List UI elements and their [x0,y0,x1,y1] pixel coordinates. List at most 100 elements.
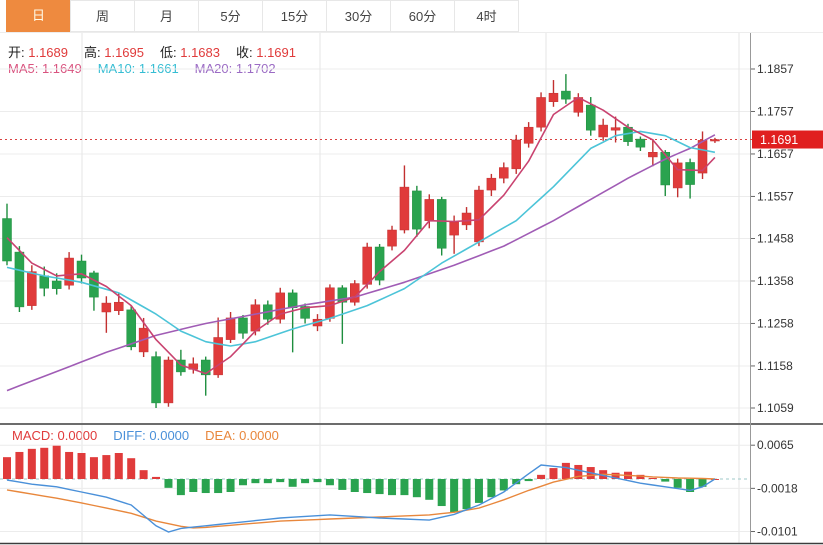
candle-body [363,247,372,284]
price-tick-label: 1.1757 [757,104,794,118]
macd-tick-label: -0.0018 [757,481,798,495]
macd-histogram-bar [649,478,657,479]
candle-body [152,357,161,403]
macd-histogram-bar [276,479,284,482]
macd-histogram-bar [400,479,408,495]
macd-histogram-bar [53,446,61,479]
macd-histogram-bar [164,479,172,488]
dea-line [7,474,715,528]
candlestick-chart[interactable]: 1.1857 1.1757 1.1657 1.1557 1.1458 1.1358 1.12… [0,0,823,545]
price-tick-label: 1.1458 [757,232,794,246]
candle-body [400,187,409,230]
candle-body [437,199,446,248]
macd-tick-label: -0.0101 [757,525,798,539]
macd-histogram-bar [376,479,384,494]
macd-histogram-bar [388,479,396,495]
candle-body [549,93,558,101]
candle-body [425,199,434,220]
macd-histogram-bar [314,479,322,482]
candle-body [586,105,595,130]
macd-histogram-bar [127,458,135,479]
candle-body [686,162,695,184]
macd-tick-label: 0.0065 [757,438,794,452]
macd-histogram-bar [549,468,557,479]
macd-histogram-bar [487,479,495,497]
macd-histogram-bar [425,479,433,500]
macd-histogram-bar [351,479,359,492]
macd-histogram-bar [537,475,545,479]
macd-histogram-bar [90,457,98,479]
macd-histogram-bar [661,479,669,482]
candle-body [561,91,570,99]
candle-body [288,293,297,308]
macd-histogram-bar [674,479,682,488]
price-tick-label: 1.1857 [757,62,794,76]
macd-histogram-bar [189,479,197,492]
candle-body [412,191,421,229]
candle-body [388,230,397,246]
candle-body [127,310,136,347]
candle-body [710,140,719,142]
candle-body [325,288,334,319]
macd-histogram-bar [525,479,533,481]
last-price-badge-label: 1.1691 [760,133,798,147]
price-tick-label: 1.1557 [757,189,794,203]
macd-histogram-bar [363,479,371,493]
candle-body [102,303,111,312]
candle-body [114,302,123,310]
candle-body [611,128,620,131]
candle-body [15,252,24,307]
macd-histogram-bar [214,479,222,493]
price-tick-label: 1.1258 [757,316,794,330]
macd-histogram-bar [227,479,235,492]
macd-histogram-bar [40,448,48,479]
candle-body [462,213,471,225]
macd-histogram-bar [251,479,259,483]
candle-body [499,168,508,179]
candle-body [226,318,235,340]
candle-body [524,127,533,143]
candle-body [537,97,546,127]
candle-body [487,178,496,190]
macd-histogram-bar [202,479,210,493]
candle-body [636,139,645,147]
macd-histogram-bar [338,479,346,490]
macd-histogram-bar [115,453,123,479]
candle-body [164,360,173,403]
candle-body [238,318,247,333]
price-tick-label: 1.1059 [757,401,794,415]
macd-histogram-bar [562,463,570,479]
macd-histogram-bar [65,452,73,479]
price-tick-label: 1.1358 [757,274,794,288]
macd-histogram-bar [102,455,110,479]
candle-body [40,276,49,288]
macd-histogram-bar [140,470,148,479]
macd-histogram-bar [3,457,11,479]
candle-body [52,281,61,289]
macd-histogram-bar [264,479,272,483]
macd-histogram-bar [28,449,36,479]
ma20-line [7,135,715,391]
macd-histogram-bar [438,479,446,506]
macd-histogram-bar [78,453,86,479]
candle-body [512,140,521,169]
macd-histogram-bar [463,479,471,509]
candle-body [599,125,608,137]
macd-histogram-bar [413,479,421,497]
macd-histogram-bar [289,479,297,487]
candle-body [27,272,36,306]
macd-histogram-bar [177,479,185,495]
trading-chart-app: { "toolbar": { "tabs": [ {"label": "日", … [0,0,823,545]
price-tick-label: 1.1657 [757,147,794,161]
macd-histogram-bar [500,479,508,490]
candle-body [648,152,657,157]
price-tick-label: 1.1158 [757,359,793,373]
candle-body [3,219,12,261]
macd-histogram-bar [450,479,458,512]
macd-histogram-bar [15,452,23,479]
candle-body [450,222,459,235]
macd-histogram-bar [301,479,309,483]
macd-histogram-bar [475,479,483,503]
macd-histogram-bar [326,479,334,485]
macd-histogram-bar [152,477,160,479]
